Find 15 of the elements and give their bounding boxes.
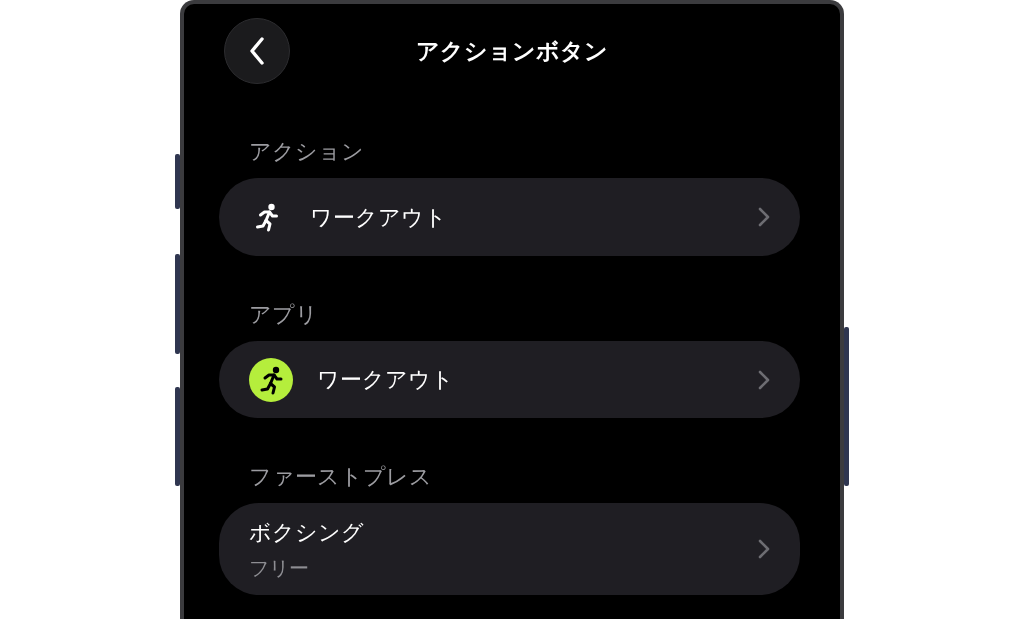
list-row[interactable]: ボクシング フリー [219,503,800,595]
runner-icon [255,202,279,232]
page-title: アクションボタン [416,36,608,66]
runner-app-icon [249,357,293,402]
section-header: アプリ [248,301,319,329]
side-key [175,154,180,209]
chevron-right-icon [758,539,770,559]
detail-text: フリー [249,554,310,582]
chevron-right-icon [758,207,770,227]
list-row[interactable]: ワークアウト [219,178,800,256]
list-row[interactable]: ワークアウト [219,341,800,418]
chevron-left-icon [249,37,265,65]
chevron-right-icon [758,369,770,390]
section-header: アクション [248,138,365,166]
section-header: ファーストプレス [248,463,433,491]
